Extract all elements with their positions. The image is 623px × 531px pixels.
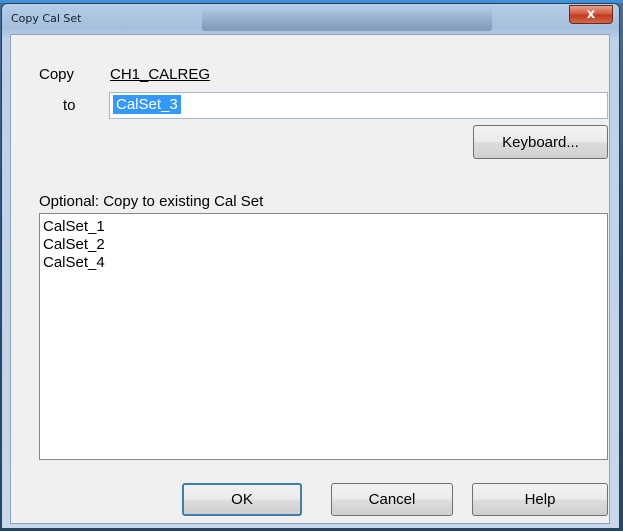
to-label: to — [63, 97, 76, 114]
keyboard-button[interactable]: Keyboard... — [473, 125, 608, 159]
cancel-button[interactable]: Cancel — [331, 483, 453, 516]
dialog-client-area: Copy CH1_CALREG to CalSet_3 Keyboard... … — [10, 34, 610, 524]
window-title: Copy Cal Set — [11, 12, 82, 25]
title-bar[interactable]: Copy Cal Set x — [2, 4, 619, 34]
list-item[interactable]: CalSet_4 — [43, 254, 607, 272]
existing-cal-set-list[interactable]: CalSet_1 CalSet_2 CalSet_4 — [39, 213, 608, 460]
copy-cal-set-dialog: Copy Cal Set x Copy CH1_CALREG to CalSet… — [1, 3, 620, 529]
optional-existing-label: Optional: Copy to existing Cal Set — [39, 193, 264, 210]
list-item[interactable]: CalSet_2 — [43, 236, 607, 254]
help-button[interactable]: Help — [472, 483, 608, 516]
destination-name-value: CalSet_3 — [113, 95, 181, 114]
copy-label: Copy — [39, 66, 75, 83]
list-item[interactable]: CalSet_1 — [43, 218, 607, 236]
source-cal-set-name: CH1_CALREG — [110, 66, 211, 83]
close-button[interactable]: x — [569, 5, 613, 24]
close-icon: x — [586, 7, 596, 22]
destination-name-input[interactable]: CalSet_3 — [109, 92, 608, 119]
ok-button[interactable]: OK — [182, 483, 302, 516]
